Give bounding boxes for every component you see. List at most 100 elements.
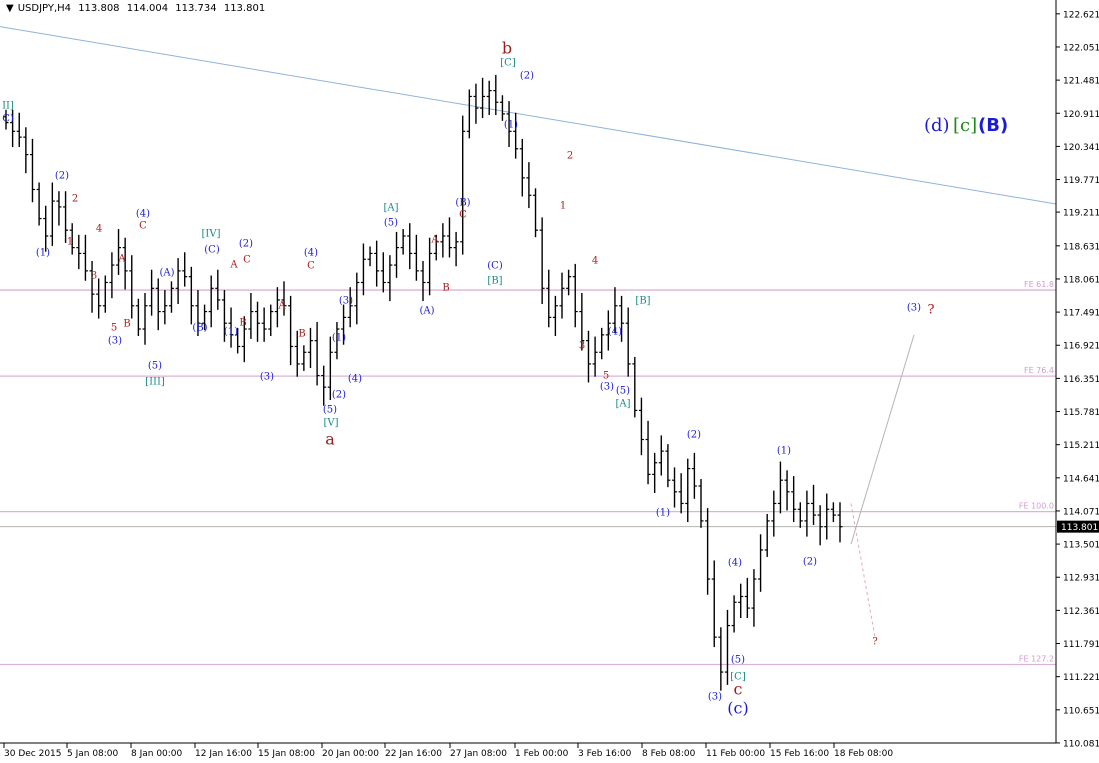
- y-tick-label: 116.351: [1063, 375, 1099, 385]
- wave-label: (1): [777, 446, 791, 457]
- wave-label: (1): [656, 508, 670, 519]
- wave-label: 1: [560, 201, 566, 212]
- wave-label: 1: [67, 237, 73, 248]
- y-tick-label: 121.481: [1063, 77, 1099, 87]
- wave-label: II]: [2, 101, 14, 112]
- wave-label: B: [123, 319, 130, 330]
- fib-label: FE 61.8: [1024, 280, 1054, 289]
- wave-label: (3): [108, 336, 122, 347]
- y-tick-label: 116.921: [1063, 342, 1099, 352]
- wave-label: (2): [239, 239, 253, 250]
- y-tick-label: 114.071: [1063, 507, 1099, 517]
- x-tick-label: 8 Jan 00:00: [131, 749, 183, 759]
- y-tick-label: 110.651: [1063, 706, 1099, 716]
- wave-label: C): [2, 114, 14, 125]
- x-tick-label: 3 Feb 16:00: [578, 749, 632, 759]
- y-tick-label: 117.491: [1063, 309, 1099, 319]
- wave-label: (B): [455, 198, 470, 209]
- current-price-label: 113.801: [1061, 523, 1098, 533]
- x-tick-label: 15 Feb 16:00: [770, 749, 829, 759]
- wave-label: [A]: [383, 203, 398, 214]
- y-tick-label: 120.911: [1063, 110, 1099, 120]
- wave-label: [A]: [615, 399, 630, 410]
- wave-label: (5): [323, 405, 337, 416]
- legend-d: (d): [924, 115, 950, 136]
- x-tick-label: 11 Feb 00:00: [706, 749, 765, 759]
- wave-label: 3: [579, 341, 585, 352]
- x-tick-label: 8 Feb 08:00: [642, 749, 696, 759]
- wave-degree-legend: (d) [c] (B): [924, 115, 1008, 136]
- y-tick-label: 119.771: [1063, 176, 1099, 186]
- wave-label: (1): [332, 333, 346, 344]
- wave-label: ?: [928, 303, 935, 318]
- fib-label: FE 76.4: [1024, 366, 1054, 375]
- wave-label: [III]: [145, 377, 165, 388]
- y-tick-label: 118.631: [1063, 242, 1099, 252]
- x-tick-label: 22 Jan 16:00: [385, 749, 442, 759]
- wave-label: 4: [592, 256, 598, 267]
- usdjpy-h4-chart[interactable]: FE 61.8 FE 76.4 FE 100.0 FE 127.2 113.801 II…: [0, 0, 1099, 763]
- wave-label: (5): [731, 655, 745, 666]
- wave-label: C: [243, 255, 251, 266]
- wave-label: 2: [567, 151, 573, 162]
- wave-label: (2): [687, 430, 701, 441]
- y-tick-label: 111.791: [1063, 640, 1099, 650]
- low-value: 113.734: [175, 3, 217, 14]
- wave-label: (1): [224, 327, 238, 338]
- wave-label: C: [307, 261, 315, 272]
- wave-label: 3: [91, 271, 97, 282]
- wave-label: A: [229, 260, 238, 271]
- wave-label: (4): [348, 374, 362, 385]
- fib-label: FE 100.0: [1019, 502, 1054, 511]
- wave-label: [B]: [635, 296, 650, 307]
- x-tick-label: 1 Feb 00:00: [515, 749, 569, 759]
- x-tick-label: 18 Feb 08:00: [834, 749, 893, 759]
- high-value: 114.004: [126, 3, 169, 14]
- x-tick-label: 20 Jan 00:00: [322, 749, 379, 759]
- wave-label: a: [325, 430, 335, 449]
- wave-label: [C]: [500, 58, 516, 69]
- y-tick-label: 112.931: [1063, 574, 1099, 584]
- wave-label: (5): [384, 218, 398, 229]
- wave-label: (3): [600, 382, 614, 393]
- wave-label: (3): [708, 692, 722, 703]
- symbol-label: USDJPY,H4: [17, 3, 71, 14]
- wave-label: (3): [339, 296, 353, 307]
- y-tick-label: 115.211: [1063, 441, 1099, 451]
- y-tick-label: 118.061: [1063, 275, 1099, 285]
- wave-label: b: [502, 39, 512, 58]
- wave-label: 5: [111, 323, 117, 334]
- x-tick-label: 12 Jan 16:00: [195, 749, 252, 759]
- x-tick-label: 27 Jan 08:00: [450, 749, 507, 759]
- wave-label: [IV]: [202, 229, 221, 240]
- wave-label: [B]: [487, 276, 502, 287]
- x-tick-label: 5 Jan 08:00: [67, 749, 119, 759]
- wave-label: B: [442, 283, 449, 294]
- fib-label: FE 127.2: [1019, 655, 1054, 664]
- wave-label: (2): [803, 557, 817, 568]
- wave-label: (A): [419, 306, 434, 317]
- wave-label: (2): [55, 171, 69, 182]
- y-tick-label: 120.341: [1063, 143, 1099, 153]
- y-tick-label: 122.621: [1063, 10, 1099, 20]
- wave-label: A: [430, 235, 439, 246]
- y-tick-label: 111.221: [1063, 673, 1099, 683]
- wave-label: (1): [36, 248, 50, 259]
- wave-label: (B): [192, 323, 207, 334]
- legend-B: (B): [978, 115, 1008, 136]
- wave-label: c: [734, 680, 743, 699]
- wave-label: A: [277, 301, 286, 312]
- y-tick-label: 110.081: [1063, 739, 1099, 749]
- wave-label: 5: [603, 371, 609, 382]
- y-tick-label: 119.211: [1063, 209, 1099, 219]
- wave-label: (C): [487, 261, 503, 272]
- y-tick-label: 113.501: [1063, 541, 1099, 551]
- wave-label: (C): [204, 245, 220, 256]
- wave-label: (4): [136, 209, 150, 220]
- wave-label: (3): [907, 303, 921, 314]
- wave-label: (c): [727, 699, 748, 718]
- wave-label: (2): [332, 390, 346, 401]
- symbol-dropdown-icon[interactable]: ▼: [6, 3, 14, 14]
- wave-label: (2): [520, 71, 534, 82]
- x-tick-label: 15 Jan 08:00: [258, 749, 315, 759]
